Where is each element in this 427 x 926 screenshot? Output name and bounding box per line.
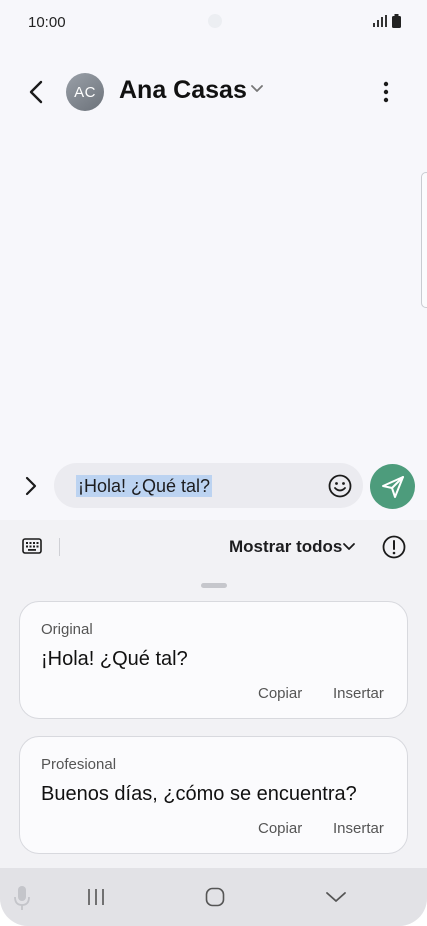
- scrollbar-handle[interactable]: [421, 172, 427, 308]
- show-all-button[interactable]: Mostrar todos: [229, 537, 342, 557]
- insert-button[interactable]: Insertar: [333, 820, 384, 837]
- emoji-icon[interactable]: [327, 473, 353, 499]
- status-time: 10:00: [28, 14, 66, 31]
- divider: [59, 538, 60, 556]
- message-text[interactable]: ¡Hola! ¿Qué tal?: [76, 475, 213, 497]
- chevron-down-icon[interactable]: [342, 542, 356, 552]
- contact-name[interactable]: Ana Casas: [119, 76, 247, 105]
- back-icon[interactable]: [24, 78, 50, 106]
- card-text: ¡Hola! ¿Qué tal?: [41, 648, 188, 670]
- card-label: Profesional: [41, 756, 117, 773]
- send-icon: [381, 475, 404, 498]
- expand-icon[interactable]: [20, 472, 42, 500]
- info-icon[interactable]: [381, 534, 407, 560]
- copy-button[interactable]: Copiar: [258, 685, 302, 702]
- copy-button[interactable]: Copiar: [258, 820, 302, 837]
- avatar[interactable]: AC: [66, 73, 104, 111]
- back-nav-icon[interactable]: [325, 890, 347, 904]
- insert-button[interactable]: Insertar: [333, 685, 384, 702]
- recents-icon[interactable]: [86, 887, 106, 907]
- chevron-down-icon[interactable]: [250, 84, 264, 94]
- keyboard-icon[interactable]: [22, 538, 42, 554]
- status-bar: 10:00: [0, 0, 427, 44]
- card-text: Buenos días, ¿cómo se encuentra?: [41, 783, 357, 805]
- more-icon[interactable]: [374, 78, 398, 106]
- card-label: Original: [41, 621, 93, 638]
- home-icon[interactable]: [205, 887, 225, 907]
- camera-cutout: [208, 14, 222, 28]
- conversation-header: AC Ana Casas: [0, 62, 427, 122]
- drag-handle[interactable]: [201, 583, 227, 588]
- suggestion-card-original[interactable]: Original ¡Hola! ¿Qué tal? Copiar Inserta…: [19, 601, 408, 719]
- send-button[interactable]: [370, 464, 415, 509]
- mic-icon[interactable]: [12, 884, 32, 912]
- writing-assistant-panel: Mostrar todos Original ¡Hola! ¿Qué tal? …: [0, 520, 427, 926]
- navigation-bar: [0, 868, 427, 926]
- message-input[interactable]: ¡Hola! ¿Qué tal?: [54, 463, 363, 508]
- signal-icon: [373, 15, 387, 27]
- messages-screen: 10:00 AC Ana Casas ¡Hola! ¿Qué tal? Most…: [0, 0, 427, 926]
- battery-icon: [392, 14, 401, 28]
- suggestion-card-professional[interactable]: Profesional Buenos días, ¿cómo se encuen…: [19, 736, 408, 854]
